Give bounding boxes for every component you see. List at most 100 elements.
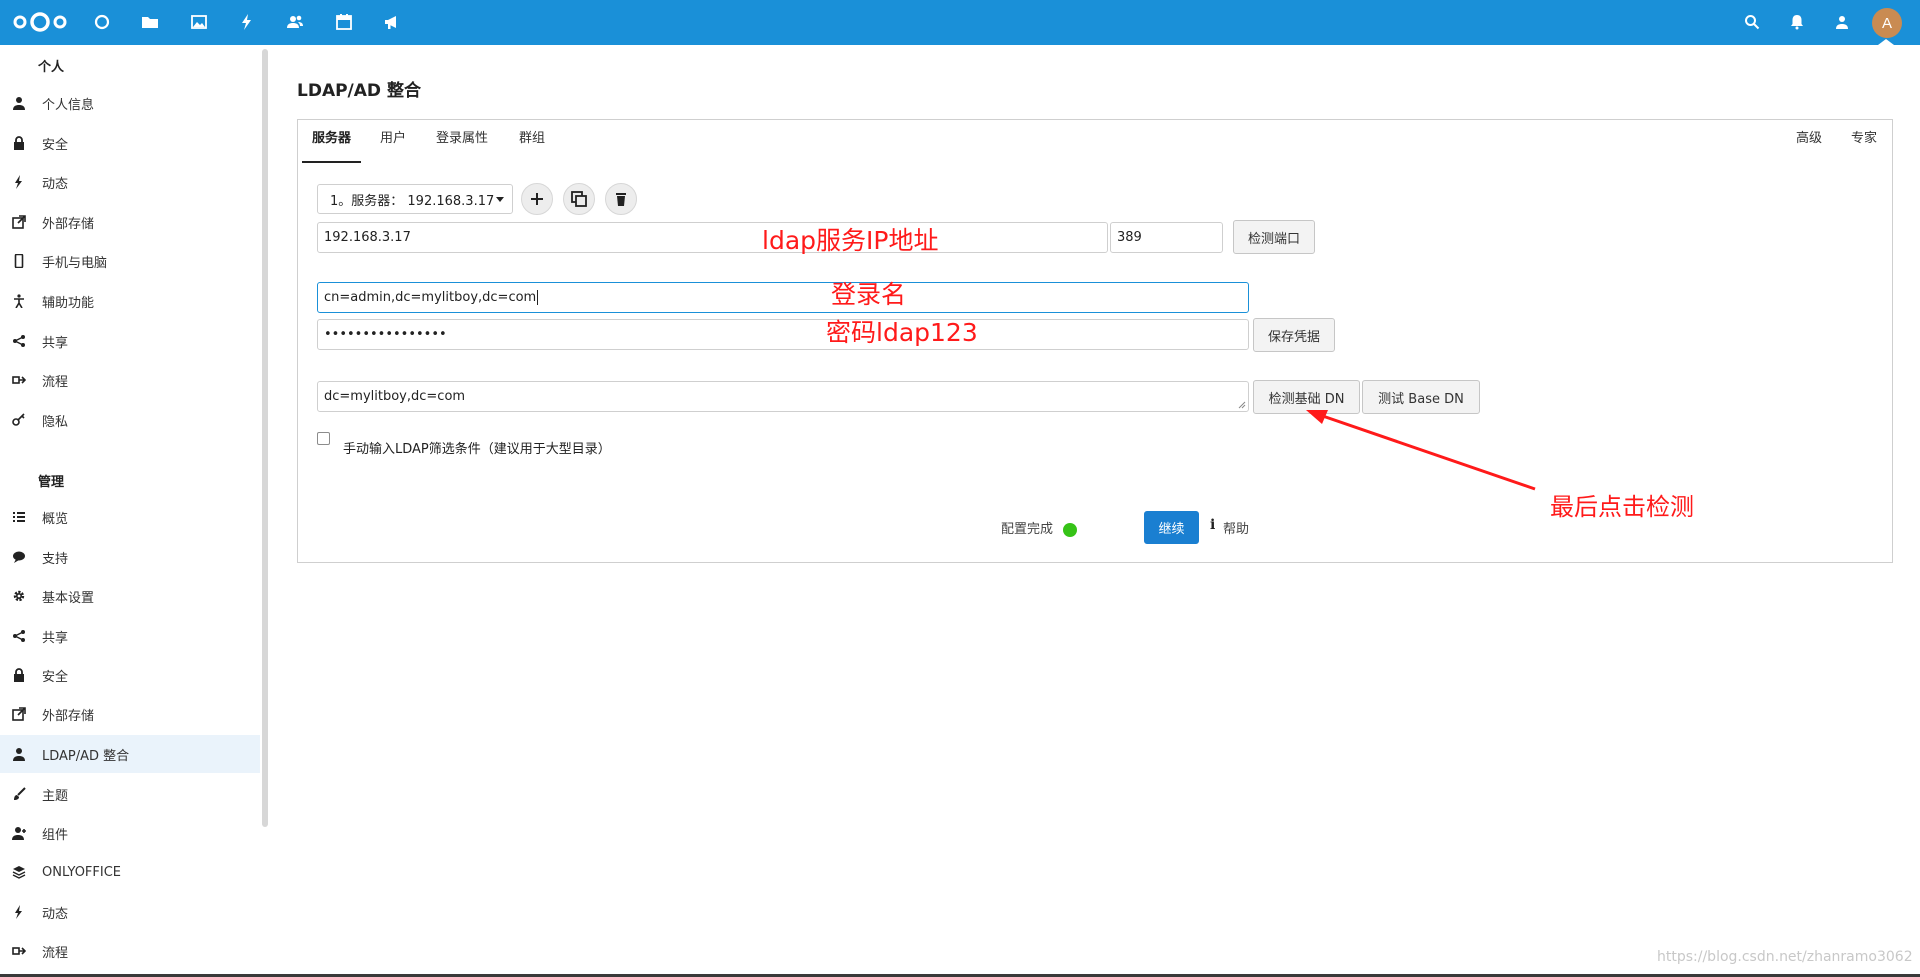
sidebar-item-label: 主题 (42, 788, 69, 804)
sidebar-item-basic-settings[interactable]: 基本设置 (0, 577, 260, 615)
delete-server-button[interactable] (605, 183, 637, 215)
sidebar-item-label: 概览 (42, 511, 69, 527)
share-icon (12, 334, 26, 348)
plus-icon (531, 193, 543, 205)
sidebar-item-ldap[interactable]: LDAP/AD 整合 (0, 735, 260, 773)
user-dn-input-value: cn=admin,dc=mylitboy,dc=com (324, 290, 537, 305)
info-icon: i (1210, 517, 1216, 533)
accessibility-icon (12, 294, 26, 308)
resize-handle-icon[interactable] (1236, 399, 1246, 409)
user-avatar[interactable]: A (1872, 8, 1902, 38)
sidebar-item-accessibility[interactable]: 辅助功能 (0, 282, 260, 320)
brush-icon (12, 787, 26, 801)
sidebar-item-label: 外部存储 (42, 708, 95, 724)
config-status-label: 配置完成 (1001, 522, 1054, 537)
menu-caret (1878, 39, 1894, 45)
chevron-down-icon (496, 197, 504, 202)
tab-login-attributes[interactable]: 登录属性 (426, 129, 498, 163)
page-title: LDAP/AD 整合 (297, 81, 421, 101)
password-input-value: •••••••••••••••• (324, 327, 447, 342)
admin-section-title: 管理 (38, 475, 65, 490)
sidebar-item-label: 流程 (42, 945, 69, 961)
external-link-icon (12, 215, 26, 229)
continue-button[interactable]: 继续 (1144, 511, 1199, 544)
share-icon (12, 629, 26, 643)
sidebar-item-onlyoffice[interactable]: ONLYOFFICE (0, 853, 260, 891)
sidebar-item-sharing[interactable]: 共享 (0, 322, 260, 360)
calendar-icon[interactable] (335, 13, 353, 31)
save-credentials-button[interactable]: 保存凭据 (1253, 318, 1335, 352)
top-header: A (0, 0, 1920, 45)
sidebar-item-admin-sharing[interactable]: 共享 (0, 617, 260, 655)
sidebar-item-support[interactable]: 支持 (0, 538, 260, 576)
user-icon (12, 96, 26, 110)
key-icon (12, 413, 26, 427)
annotation-ip: ldap服务IP地址 (762, 226, 939, 255)
tab-server[interactable]: 服务器 (302, 129, 362, 163)
annotation-password: 密码ldap123 (826, 318, 978, 347)
sidebar-item-activity[interactable]: 动态 (0, 163, 260, 201)
port-input[interactable]: 389 (1110, 222, 1223, 253)
add-server-button[interactable] (521, 183, 553, 215)
sidebar-item-admin-activity[interactable]: 动态 (0, 893, 260, 931)
password-input[interactable]: •••••••••••••••• (317, 319, 1249, 350)
annotation-final: 最后点击检测 (1550, 493, 1694, 521)
announcements-icon[interactable] (383, 13, 401, 31)
help-link[interactable]: 帮助 (1223, 518, 1249, 537)
sidebar-item-label: 支持 (42, 551, 69, 567)
contacts-icon[interactable] (286, 13, 304, 31)
watermark: https://blog.csdn.net/zhanramo3062 (1657, 949, 1913, 965)
copy-icon (571, 191, 587, 207)
base-dn-input[interactable]: dc=mylitboy,dc=com (317, 381, 1249, 412)
search-icon[interactable] (1744, 14, 1760, 30)
copy-server-button[interactable] (563, 183, 595, 215)
sidebar-item-external-storage[interactable]: 外部存储 (0, 203, 260, 241)
tab-expert[interactable]: 专家 (1841, 129, 1887, 163)
nextcloud-logo[interactable] (12, 10, 68, 34)
activity-icon (12, 905, 26, 919)
detect-port-button[interactable]: 检测端口 (1233, 220, 1315, 254)
sidebar-item-label: LDAP/AD 整合 (42, 748, 130, 764)
lock-icon (12, 136, 26, 150)
notifications-icon[interactable] (1789, 14, 1805, 30)
sidebar-item-admin-flow[interactable]: 流程 (0, 932, 260, 970)
sidebar-item-admin-security[interactable]: 安全 (0, 656, 260, 694)
tab-groups[interactable]: 群组 (509, 129, 555, 163)
files-icon[interactable] (141, 13, 159, 31)
sidebar-item-label: 安全 (42, 137, 69, 153)
config-status-indicator (1063, 523, 1077, 537)
tab-advanced[interactable]: 高级 (1786, 129, 1832, 163)
sidebar-item-label: 共享 (42, 335, 69, 351)
sidebar-item-mobile-desktop[interactable]: 手机与电脑 (0, 242, 260, 280)
activity-icon[interactable] (238, 13, 256, 31)
sidebar-item-label: 个人信息 (42, 97, 95, 113)
sidebar-item-theming[interactable]: 主题 (0, 775, 260, 813)
photos-icon[interactable] (190, 13, 208, 31)
annotation-login: 登录名 (831, 280, 907, 309)
tab-users[interactable]: 用户 (370, 129, 416, 163)
sidebar-item-label: 动态 (42, 906, 69, 922)
layers-icon (12, 865, 26, 879)
port-input-value: 389 (1117, 230, 1142, 245)
sidebar-item-admin-external-storage[interactable]: 外部存储 (0, 695, 260, 733)
sidebar-item-flow[interactable]: 流程 (0, 361, 260, 399)
base-dn-input-value: dc=mylitboy,dc=com (324, 389, 466, 404)
settings-sidebar: 个人 个人信息 安全 动态 外部存储 手机与电脑 辅助功能 共享 流程 隐私 管… (0, 45, 268, 977)
sidebar-item-personal-info[interactable]: 个人信息 (0, 84, 260, 122)
contacts-menu-icon[interactable] (1834, 14, 1850, 30)
sidebar-scrollbar[interactable] (262, 49, 268, 827)
sidebar-item-label: 辅助功能 (42, 295, 95, 311)
gear-icon (12, 589, 26, 603)
sidebar-item-groupware[interactable]: 组件 (0, 814, 260, 852)
user-dn-input[interactable]: cn=admin,dc=mylitboy,dc=com (317, 282, 1249, 313)
sidebar-item-overview[interactable]: 概览 (0, 498, 260, 536)
sidebar-item-privacy[interactable]: 隐私 (0, 401, 260, 439)
comment-icon (12, 550, 26, 564)
sidebar-item-label: 隐私 (42, 414, 69, 430)
manual-filter-checkbox[interactable] (317, 432, 330, 445)
phone-icon (12, 254, 26, 268)
dashboard-icon[interactable] (93, 13, 111, 31)
host-input[interactable]: 192.168.3.17 (317, 222, 1108, 253)
sidebar-item-security[interactable]: 安全 (0, 124, 260, 162)
server-config-select[interactable]: 1。服务器： 192.168.3.17 (317, 184, 513, 214)
